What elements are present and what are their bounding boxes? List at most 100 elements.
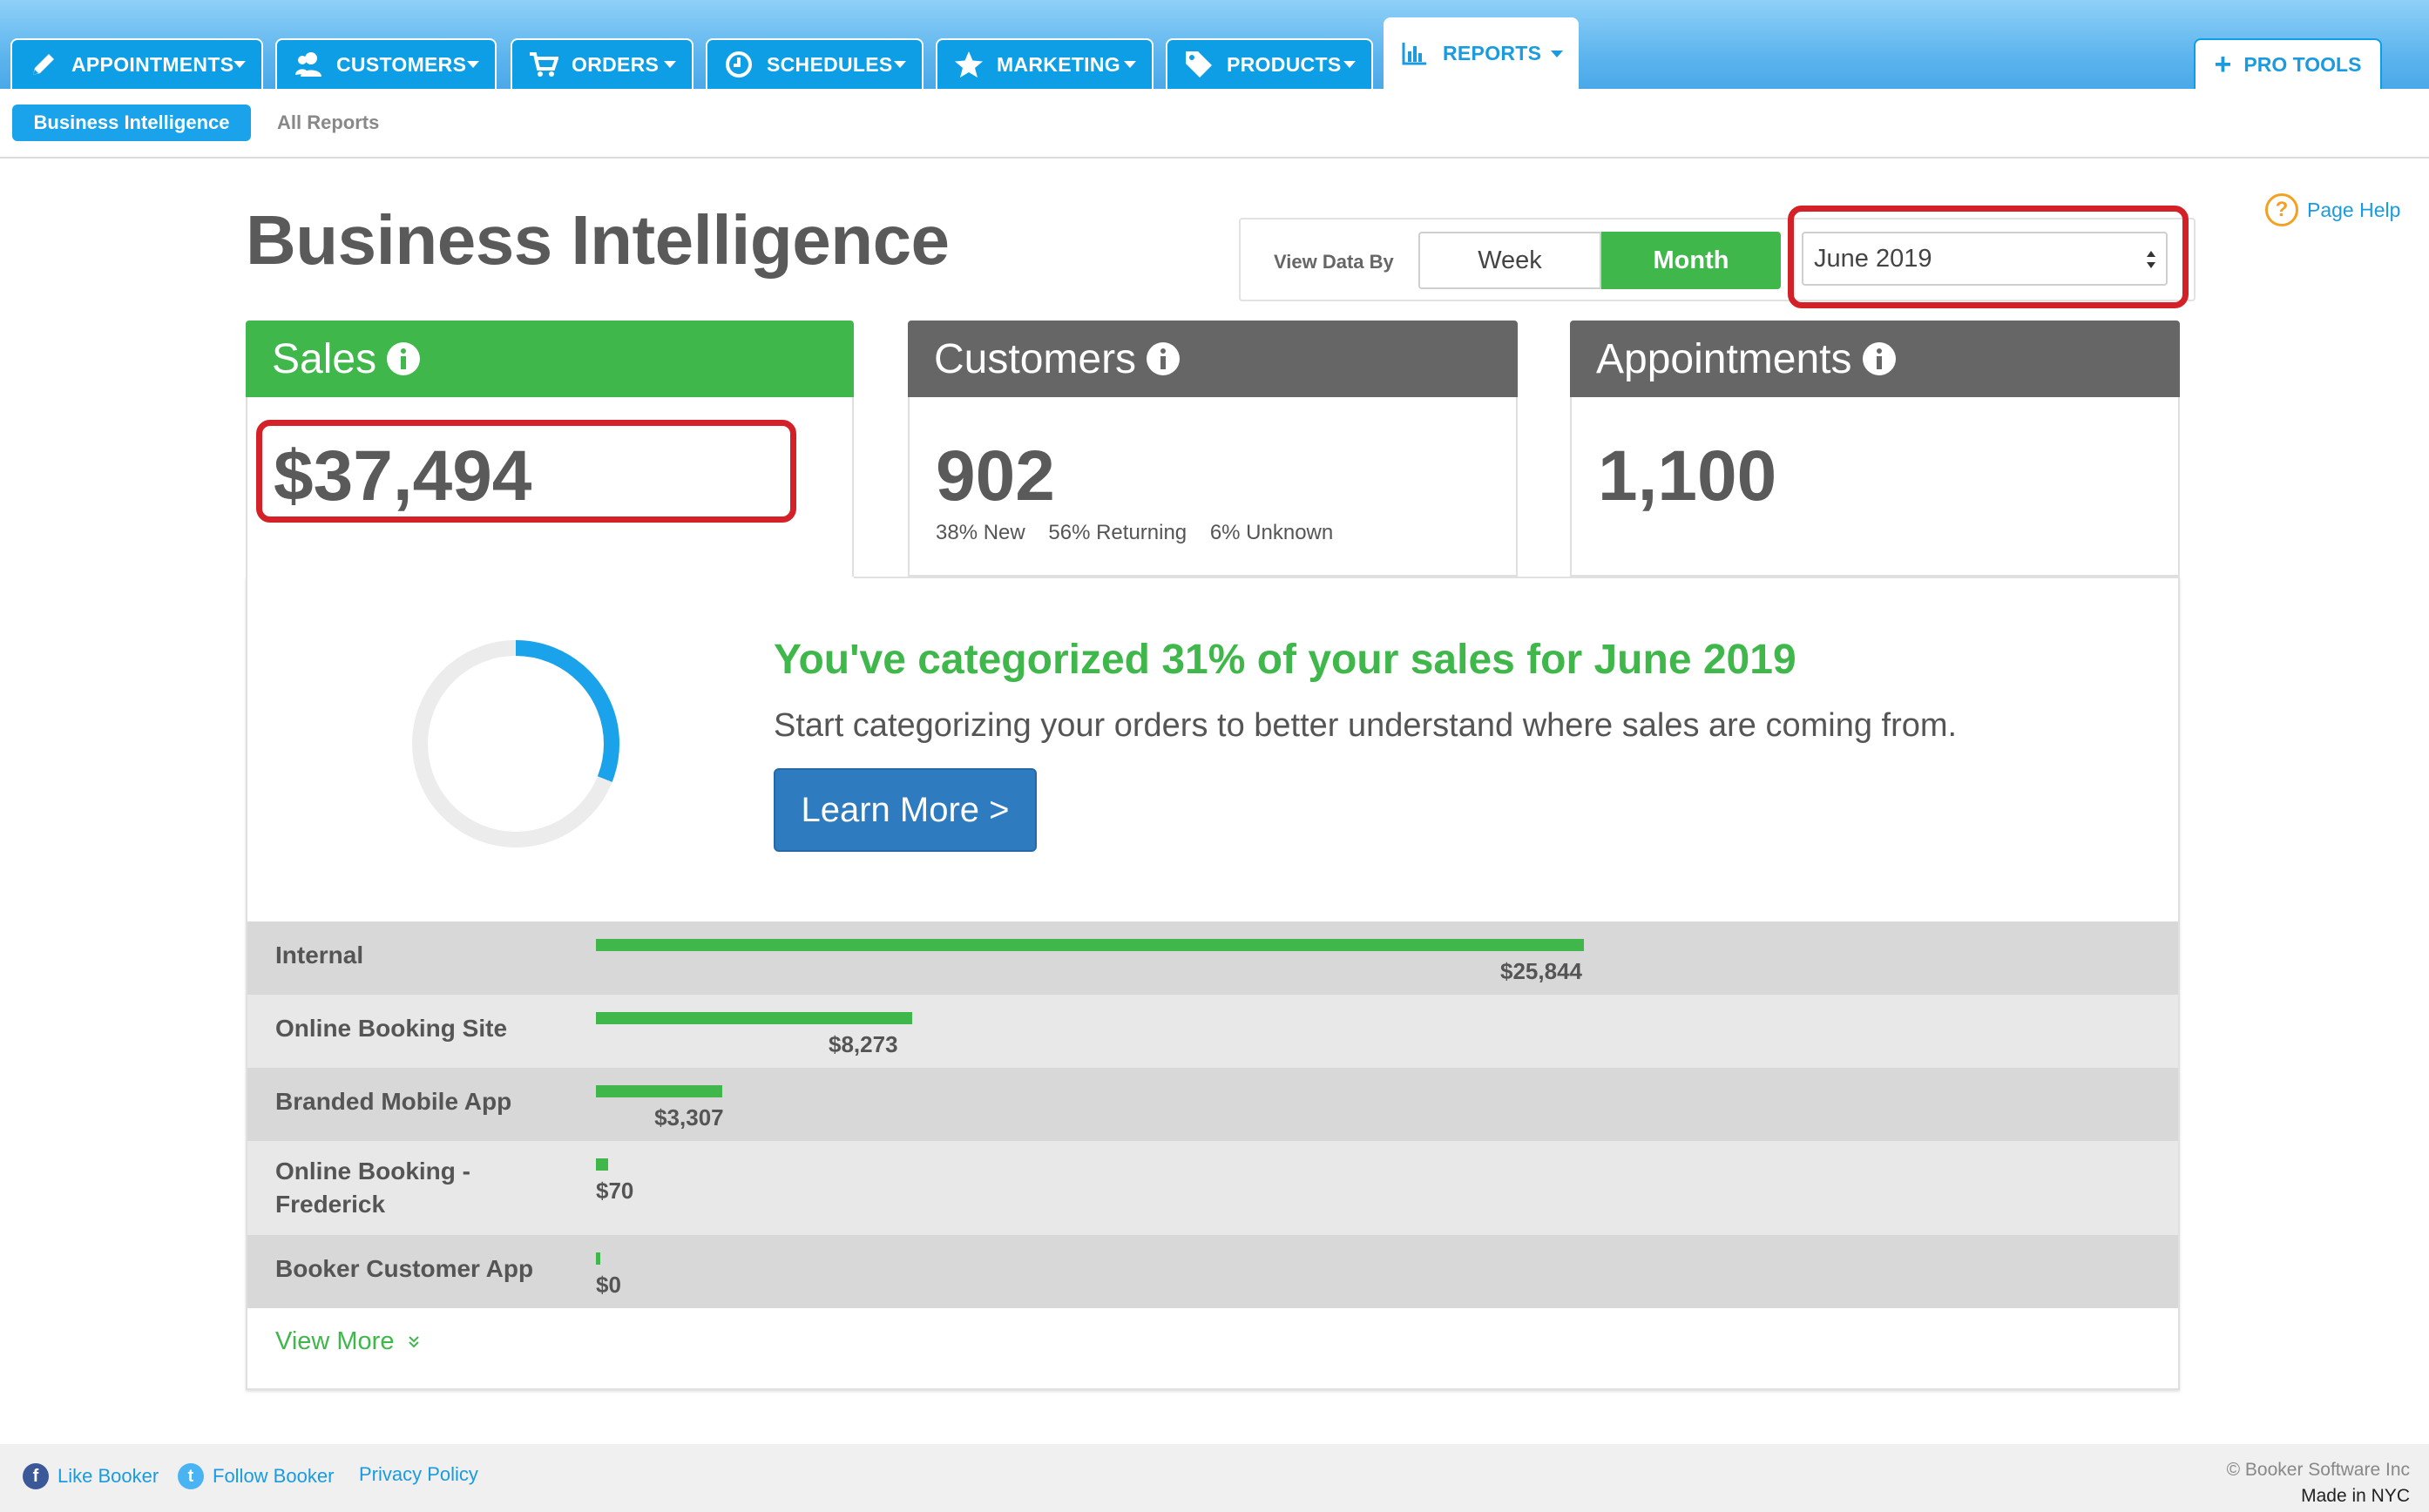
month-toggle[interactable]: Month: [1601, 232, 1781, 289]
customers-breakdown: 38% New 56% Returning 6% Unknown: [936, 521, 1350, 545]
sales-card-header[interactable]: Sales: [246, 321, 854, 397]
plus-icon: +: [2214, 48, 2232, 81]
tag-icon: [1183, 49, 1214, 80]
cart-icon: [528, 49, 559, 80]
categorized-subtext: Start categorizing your orders to better…: [774, 707, 1958, 744]
period-select[interactable]: June 2019: [1802, 232, 2168, 286]
page-help-label: Page Help: [2307, 198, 2401, 221]
sales-total: $37,494: [274, 436, 532, 516]
subnav-business-intelligence[interactable]: Business Intelligence: [12, 105, 251, 141]
sales-source-row: Internal $25,844: [247, 921, 2178, 995]
sales-source-label: Branded Mobile App: [275, 1088, 512, 1115]
like-booker-label: Like Booker: [58, 1465, 159, 1487]
customers-unknown: 6% Unknown: [1209, 521, 1334, 544]
customers-card-title: Customers: [934, 335, 1137, 382]
customers-returning: 56% Returning: [1048, 521, 1187, 544]
help-icon: ?: [2265, 193, 2298, 226]
period-select-value: June 2019: [1814, 244, 1932, 273]
pro-tools-button[interactable]: + PRO TOOLS: [2194, 38, 2382, 89]
sales-source-bar: [596, 939, 1584, 951]
tab-marketing[interactable]: MARKETING: [936, 38, 1154, 89]
facebook-icon: f: [23, 1463, 49, 1489]
top-nav: APPOINTMENTS CUSTOMERS ORDERS SCHEDULES …: [0, 0, 2429, 89]
sales-source-label: Internal: [275, 942, 364, 969]
tab-reports[interactable]: REPORTS: [1384, 17, 1579, 89]
sales-source-bar: [596, 1012, 912, 1024]
view-data-by-label: View Data By: [1274, 251, 1394, 273]
follow-booker-label: Follow Booker: [213, 1465, 335, 1487]
tab-customers[interactable]: CUSTOMERS: [275, 38, 497, 89]
twitter-icon: t: [178, 1463, 204, 1489]
chevron-down-icon: [1124, 61, 1136, 68]
sales-source-list: Internal $25,844 Online Booking Site $8,273…: [247, 921, 2178, 1308]
sales-card: $37,494: [246, 397, 854, 577]
follow-booker-link[interactable]: t Follow Booker: [178, 1463, 334, 1489]
categorized-donut-chart: [412, 640, 619, 847]
tab-label: APPOINTMENTS: [71, 52, 234, 76]
chevron-down-icon: [233, 61, 246, 68]
sales-source-label: Booker Customer App: [275, 1255, 534, 1282]
appointments-card: 1,100: [1570, 397, 2180, 577]
tab-schedules[interactable]: SCHEDULES: [706, 38, 924, 89]
tab-label: CUSTOMERS: [336, 52, 467, 76]
view-more-link[interactable]: View More: [275, 1327, 421, 1356]
sales-source-bar: [596, 1085, 723, 1097]
pencil-icon: [28, 49, 59, 80]
privacy-policy-link[interactable]: Privacy Policy: [359, 1463, 478, 1486]
customers-new: 38% New: [936, 521, 1025, 544]
divider: [854, 577, 2180, 578]
chevron-down-icon: [664, 61, 676, 68]
sales-source-value: $3,307: [654, 1104, 724, 1131]
copyright: © Booker Software Inc: [2226, 1460, 2410, 1480]
page-help-link[interactable]: ? Page Help: [2265, 193, 2400, 226]
like-booker-link[interactable]: f Like Booker: [23, 1463, 159, 1489]
sales-source-bar: [596, 1252, 600, 1265]
sales-source-label: Online Booking Site: [275, 1015, 508, 1042]
sales-source-row: Booker Customer App $0: [247, 1235, 2178, 1308]
tab-label: REPORTS: [1443, 41, 1542, 64]
clock-icon: [723, 49, 754, 80]
info-icon[interactable]: [1147, 342, 1181, 375]
customers-card: 902 38% New 56% Returning 6% Unknown: [908, 397, 1518, 577]
appointments-card-title: Appointments: [1596, 335, 1852, 382]
sales-source-label-line: Online Booking -: [275, 1158, 470, 1185]
appointments-total: 1,100: [1598, 436, 1777, 516]
appointments-card-header[interactable]: Appointments: [1570, 321, 2180, 397]
sales-card-title: Sales: [272, 335, 377, 382]
pro-tools-label: PRO TOOLS: [2243, 52, 2362, 76]
footer: f Like Booker t Follow Booker Privacy Po…: [0, 1444, 2429, 1512]
tab-label: SCHEDULES: [767, 52, 893, 76]
info-icon[interactable]: [1862, 342, 1896, 375]
sales-source-label-line: Frederick: [275, 1191, 386, 1218]
chevron-down-icon: [1343, 61, 1356, 68]
learn-more-button[interactable]: Learn More >: [774, 768, 1037, 852]
sub-nav: Business Intelligence All Reports: [0, 89, 2429, 159]
sales-source-label: Online Booking - Frederick: [275, 1155, 470, 1221]
chevron-down-icon: [894, 61, 906, 68]
tab-appointments[interactable]: APPOINTMENTS: [10, 38, 263, 89]
chevron-down-icon: [467, 61, 479, 68]
tab-label: ORDERS: [572, 52, 660, 76]
view-more-label: View More: [275, 1327, 395, 1355]
week-toggle[interactable]: Week: [1418, 232, 1601, 289]
bar-chart-icon: [1399, 37, 1431, 69]
subnav-all-reports[interactable]: All Reports: [277, 111, 379, 134]
sales-source-value: $70: [596, 1178, 634, 1204]
categorized-headline: You've categorized 31% of your sales for…: [774, 637, 1796, 683]
people-icon: [293, 49, 324, 80]
tab-products[interactable]: PRODUCTS: [1166, 38, 1373, 89]
sales-source-row: Online Booking Site $8,273: [247, 995, 2178, 1068]
made-in-nyc: Made in NYC: [2301, 1486, 2410, 1506]
star-icon: [953, 49, 984, 80]
tab-orders[interactable]: ORDERS: [511, 38, 694, 89]
sales-source-value: $25,844: [1500, 958, 1582, 984]
sales-source-bar: [596, 1158, 608, 1171]
chevron-down-icon: [1551, 51, 1563, 57]
double-chevron-down-icon: [408, 1336, 419, 1348]
sales-source-row: Online Booking - Frederick $70: [247, 1141, 2178, 1235]
sales-source-value: $8,273: [829, 1031, 898, 1057]
tab-label: PRODUCTS: [1227, 52, 1342, 76]
info-icon[interactable]: [387, 342, 421, 375]
select-arrows-icon: [2147, 251, 2155, 268]
customers-card-header[interactable]: Customers: [908, 321, 1518, 397]
